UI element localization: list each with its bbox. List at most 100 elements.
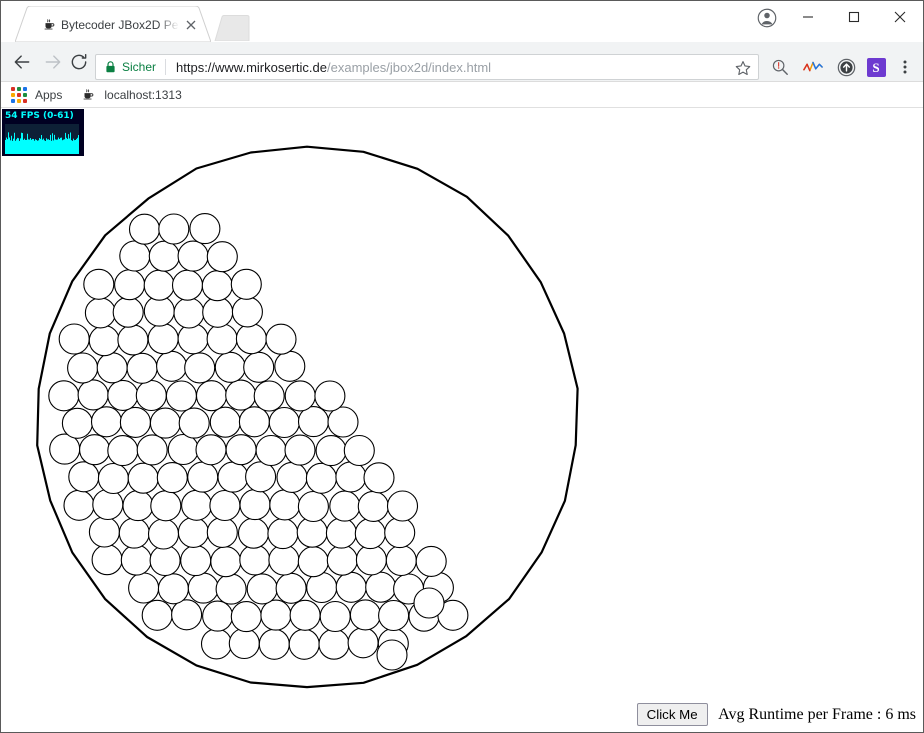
physics-ball: [206, 516, 238, 548]
physics-ball: [217, 461, 249, 493]
forward-arrow-icon: [40, 49, 66, 75]
physics-ball: [187, 461, 219, 493]
physics-ball: [315, 435, 347, 467]
security-status-label: Sicher: [122, 60, 157, 74]
address-bar[interactable]: Sicher https://www.mirkosertic.de/exampl…: [95, 54, 759, 80]
apps-label[interactable]: Apps: [35, 88, 62, 102]
physics-ball: [120, 544, 152, 576]
physics-ball: [67, 352, 99, 384]
omnibox-divider: [165, 59, 167, 75]
physics-ball: [177, 240, 209, 272]
physics-ball: [149, 544, 181, 577]
physics-ball: [177, 516, 209, 548]
physics-ball: [189, 213, 221, 245]
physics-ball: [288, 628, 320, 660]
physics-ball: [195, 434, 227, 466]
account-avatar-icon[interactable]: [753, 4, 781, 32]
physics-ball: [184, 352, 216, 384]
click-me-button[interactable]: Click Me: [636, 703, 708, 726]
physics-ball: [357, 490, 389, 522]
java-coffee-cup-icon: [41, 17, 57, 33]
physics-ball: [83, 268, 115, 300]
close-window-button[interactable]: [877, 1, 923, 33]
physics-ball: [230, 601, 262, 633]
s-badge-letter: S: [872, 59, 880, 75]
physics-ball: [354, 518, 386, 550]
physics-ball: [365, 571, 397, 603]
physics-ball: [214, 351, 246, 383]
physics-ball: [225, 434, 257, 466]
physics-ball: [88, 516, 120, 548]
physics-ball: [237, 517, 270, 549]
bookmark-star-icon[interactable]: [734, 59, 752, 77]
physics-ball: [135, 379, 167, 412]
physics-ball: [209, 489, 241, 522]
physics-ball: [122, 490, 154, 522]
physics-ball: [150, 490, 182, 522]
physics-ball: [173, 297, 205, 329]
physics-ball: [171, 599, 203, 631]
three-dot-menu-icon[interactable]: [892, 54, 918, 80]
physics-ball: [231, 296, 263, 328]
tab-title: Bytecoder JBox2D Perfor: [61, 18, 179, 32]
physics-ball: [167, 433, 199, 466]
physics-ball: [202, 600, 234, 632]
reload-icon[interactable]: [66, 49, 92, 75]
physics-ball: [88, 325, 120, 357]
physics-ball: [171, 269, 204, 301]
physics-ball: [215, 573, 247, 605]
physics-ball: [326, 544, 358, 576]
physics-ball: [284, 434, 316, 466]
physics-ball: [195, 380, 228, 412]
physics-ball: [274, 350, 306, 382]
physics-ball: [79, 434, 111, 466]
chart-zigzag-icon[interactable]: [800, 54, 826, 80]
new-tab-button[interactable]: [213, 15, 253, 41]
physics-ball: [318, 628, 350, 660]
physics-ball: [92, 488, 124, 521]
physics-ball: [269, 489, 301, 521]
physics-ball: [289, 599, 321, 631]
url-text: https://www.mirkosertic.de/examples/jbox…: [176, 60, 491, 75]
physics-ball: [119, 240, 151, 272]
physics-ball: [376, 639, 408, 671]
s-badge-icon[interactable]: S: [863, 54, 889, 80]
close-icon[interactable]: [183, 17, 199, 33]
java-coffee-cup-icon: [80, 87, 96, 103]
physics-ball: [284, 380, 316, 412]
physics-ball: [90, 406, 123, 438]
physics-ball: [96, 352, 128, 384]
minimize-button[interactable]: [785, 1, 831, 33]
back-arrow-icon[interactable]: [9, 49, 35, 75]
tab-strip: Bytecoder JBox2D Perfor: [1, 1, 923, 42]
arrow-up-circle-icon[interactable]: [833, 54, 859, 80]
window-controls: [785, 1, 923, 33]
search-magnifier-icon[interactable]: [767, 54, 793, 80]
physics-ball: [126, 352, 158, 384]
physics-ball: [157, 573, 189, 605]
physics-ball: [91, 544, 123, 576]
physics-ball: [141, 599, 173, 631]
physics-ball: [235, 323, 267, 355]
physics-ball: [378, 599, 410, 632]
url-domain: https://www.mirkosertic.de: [176, 59, 328, 75]
fps-meter-graph: [5, 124, 79, 154]
physics-ball: [180, 545, 212, 577]
maximize-button[interactable]: [831, 1, 877, 33]
physics-ball: [114, 269, 146, 301]
physics-ball: [156, 350, 188, 382]
physics-ball: [305, 462, 337, 494]
physics-ball: [147, 323, 179, 355]
physics-ball: [413, 587, 445, 619]
physics-ball: [61, 407, 93, 439]
browser-tab[interactable]: Bytecoder JBox2D Perfor: [15, 6, 211, 42]
bookmark-item-localhost[interactable]: localhost:1313: [80, 87, 182, 103]
jbox2d-simulation-canvas[interactable]: [2, 109, 922, 732]
physics-ball: [329, 490, 361, 522]
apps-grid-icon[interactable]: [11, 86, 27, 103]
physics-ball: [267, 518, 299, 550]
physics-ball: [68, 461, 100, 493]
physics-ball: [107, 435, 139, 467]
physics-ball: [343, 434, 375, 467]
url-path: /examples/jbox2d/index.html: [327, 59, 492, 75]
